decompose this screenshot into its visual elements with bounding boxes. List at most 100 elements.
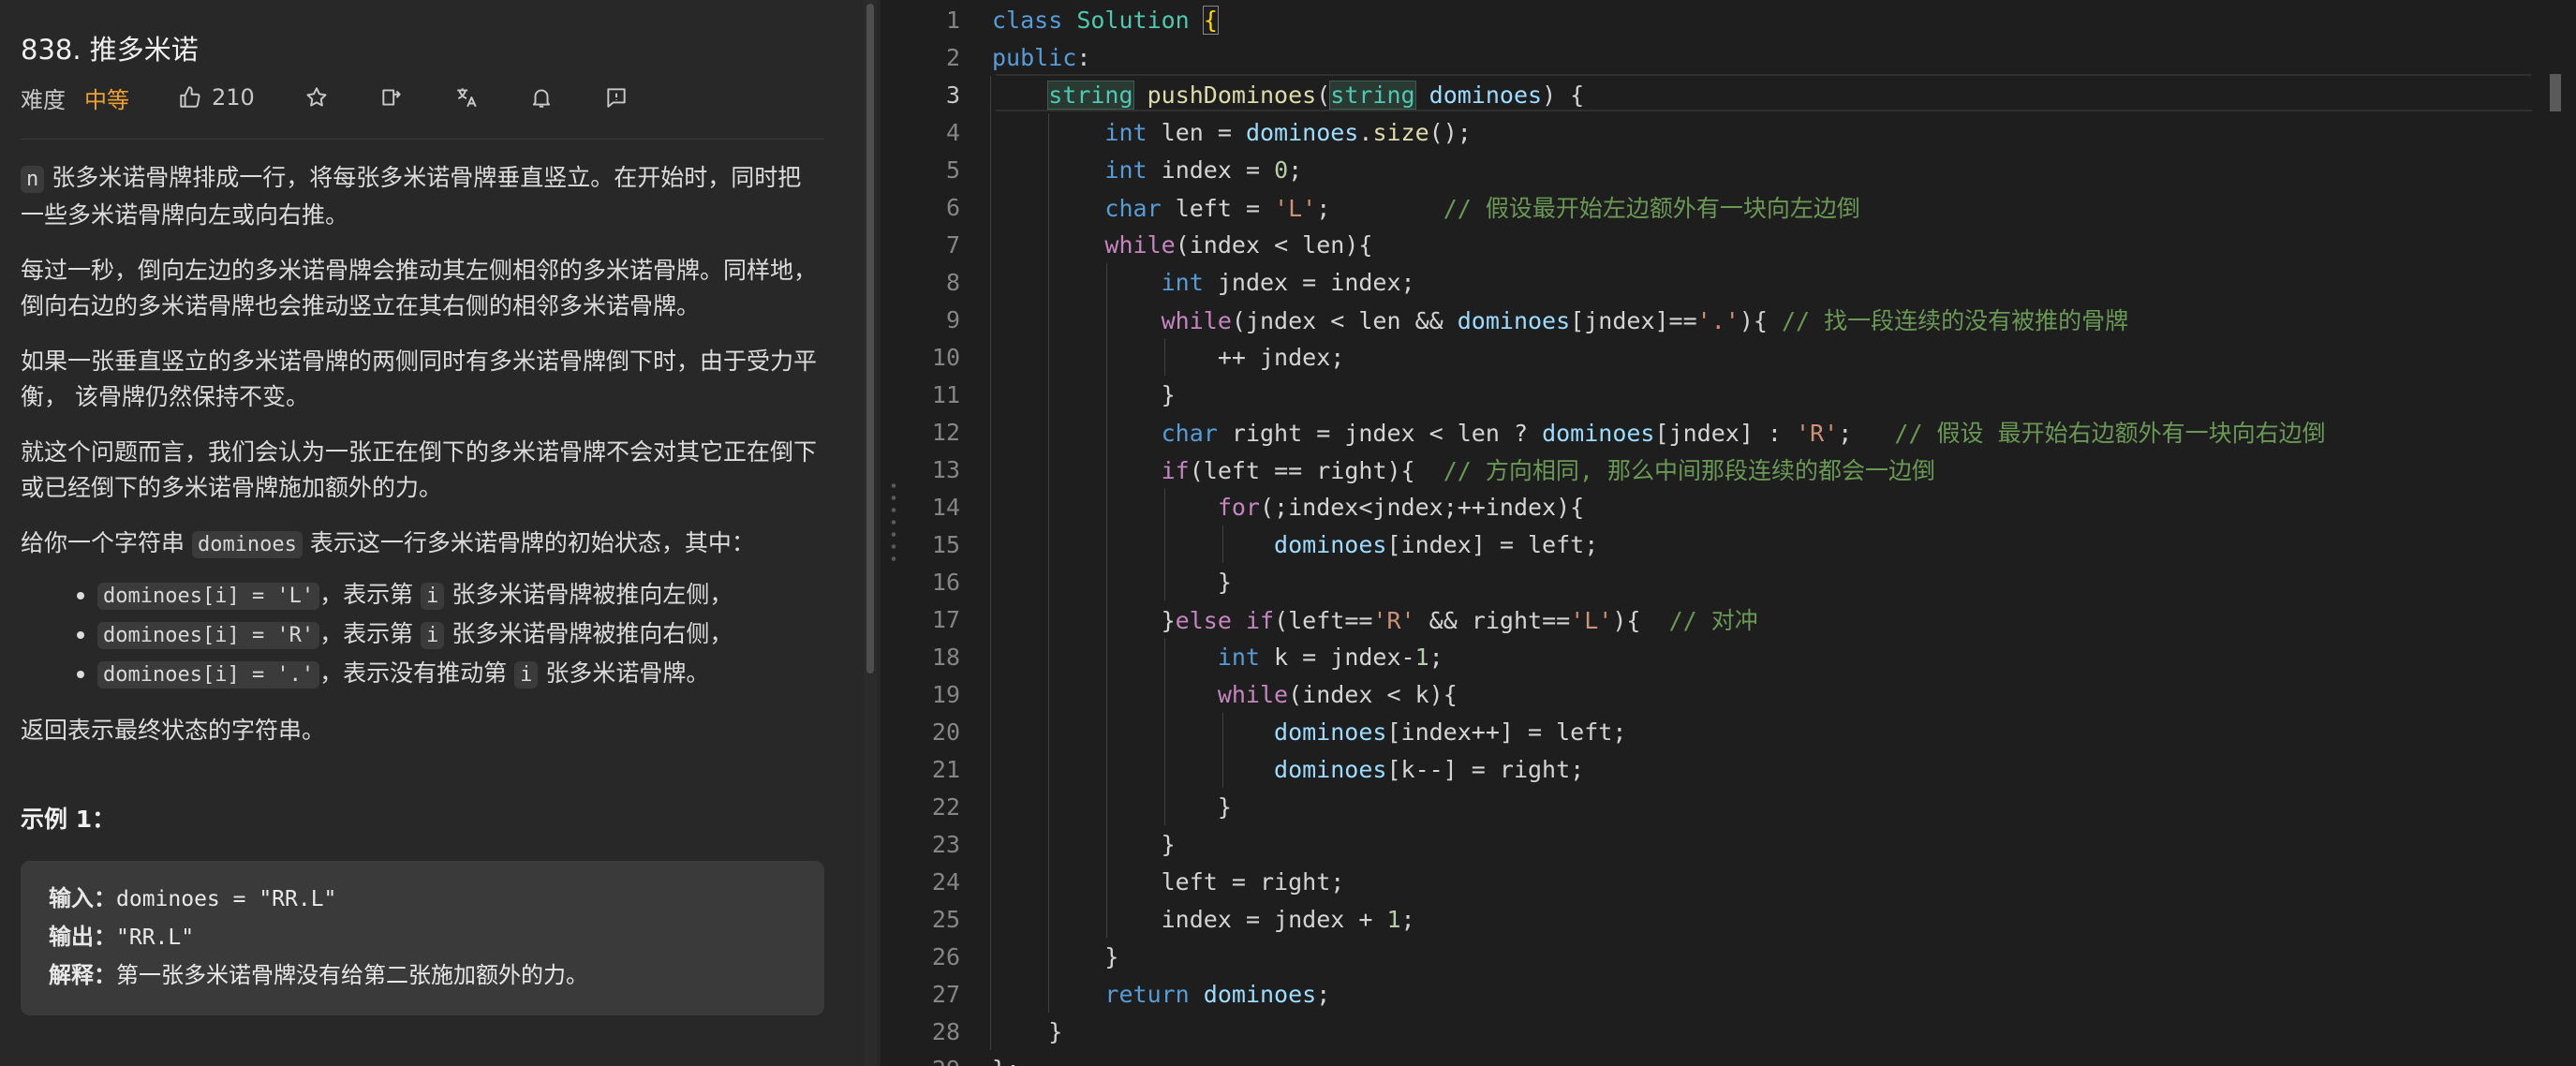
translate-icon bbox=[457, 88, 477, 108]
difficulty-badge: 中等 bbox=[84, 86, 129, 113]
code-line[interactable]: 21 dominoes[k--] = right; bbox=[907, 750, 2537, 788]
line-number: 2 bbox=[945, 43, 960, 71]
line-number: 12 bbox=[931, 418, 960, 446]
description-paragraph: 给你一个字符串 dominoes 表示这一行多米诺骨牌的初始状态，其中： bbox=[21, 526, 824, 563]
line-number: 29 bbox=[907, 1056, 960, 1066]
panel-resize-handle[interactable] bbox=[881, 0, 907, 1066]
code-line[interactable]: 1 class Solution { bbox=[907, 1, 2537, 38]
code-line[interactable]: 5 int index = 0; bbox=[907, 151, 2537, 188]
code-line[interactable]: 10 ++ jndex; bbox=[907, 338, 2537, 376]
subscribe-button[interactable] bbox=[528, 84, 555, 111]
line-number: 23 bbox=[931, 830, 960, 858]
description-paragraph: 如果一张垂直竖立的多米诺骨牌的两侧同时有多米诺骨牌倒下时，由于受力平衡， 该骨牌… bbox=[21, 348, 818, 410]
list-item: dominoes[i] = 'L'，表示第 i 张多米诺骨牌被推向左侧， bbox=[97, 576, 824, 615]
line-number: 15 bbox=[931, 530, 960, 558]
list-item-text: ，表示没有推动第 bbox=[319, 659, 515, 687]
example-input: 输入：dominoes = "RR.L" bbox=[49, 880, 796, 918]
code-line[interactable]: 19 while(index < k){ bbox=[907, 675, 2537, 713]
code-text: if(left == right){ // 方向相同, 那么中间那段连续的都会一… bbox=[1161, 457, 1935, 484]
code-line[interactable]: 11 } bbox=[907, 376, 2537, 413]
problem-content: 838. 推多米诺 难度 中等 210 n 张多米诺骨牌排成一行，将每张多米诺骨… bbox=[21, 0, 824, 1015]
code-text: return dominoes; bbox=[1104, 980, 1331, 1008]
favorite-button[interactable] bbox=[303, 84, 330, 111]
meta-divider bbox=[21, 139, 824, 140]
example-explanation-value: 第一张多米诺骨牌没有给第二张施加额外的力。 bbox=[116, 962, 588, 988]
code-line[interactable]: 2 public: bbox=[907, 38, 2537, 76]
bell-icon bbox=[532, 89, 550, 108]
code-text: } bbox=[992, 942, 1119, 970]
code-text: index = jndex + 1; bbox=[1161, 905, 1415, 933]
example-block: 输入：dominoes = "RR.L" 输出："RR.L" 解释：第一张多米诺… bbox=[21, 861, 824, 1015]
list-item: dominoes[i] = 'R'，表示第 i 张多米诺骨牌被推向右侧， bbox=[97, 615, 824, 655]
code-text: } bbox=[992, 568, 1232, 596]
code-line[interactable]: 3 string pushDominoes(string dominoes) { bbox=[907, 76, 2537, 113]
like-button[interactable]: 210 bbox=[178, 84, 255, 111]
feedback-button[interactable] bbox=[603, 84, 629, 111]
line-number: 17 bbox=[931, 605, 960, 633]
line-number: 13 bbox=[931, 455, 960, 483]
line-number: 28 bbox=[931, 1017, 960, 1045]
line-number: 6 bbox=[945, 193, 960, 221]
code-line[interactable]: 14 for(;index<jndex;++index){ bbox=[907, 488, 2537, 526]
code-text: dominoes[k--] = right; bbox=[1274, 755, 1585, 783]
code-line[interactable]: 25 index = jndex + 1; bbox=[907, 900, 2537, 938]
translate-button[interactable] bbox=[453, 84, 480, 111]
line-number: 16 bbox=[931, 568, 960, 596]
code-line[interactable]: 16 } bbox=[907, 563, 2537, 600]
code-line[interactable]: 7 while(index < len){ bbox=[907, 226, 2537, 263]
description-scrollbar-thumb[interactable] bbox=[866, 4, 874, 674]
code-line[interactable]: 22 } bbox=[907, 788, 2537, 825]
code-line[interactable]: 13 if(left == right){ // 方向相同, 那么中间那段连续的… bbox=[907, 451, 2537, 488]
share-button[interactable] bbox=[378, 84, 405, 111]
line-number: 8 bbox=[945, 268, 960, 296]
rule-list: dominoes[i] = 'L'，表示第 i 张多米诺骨牌被推向左侧， dom… bbox=[21, 576, 824, 694]
editor-scrollbar[interactable] bbox=[2550, 0, 2563, 1066]
code-line[interactable]: 9 while(jndex < len && dominoes[jndex]==… bbox=[907, 301, 2537, 338]
code-line[interactable]: 20 dominoes[index++] = left; bbox=[907, 713, 2537, 750]
code-text: }; bbox=[992, 1056, 1020, 1066]
description-paragraph: 每过一秒，倒向左边的多米诺骨牌会推动其左侧相邻的多米诺骨牌。同样地，倒向右边的多… bbox=[21, 257, 818, 319]
inline-code: dominoes[i] = '.' bbox=[97, 661, 320, 688]
code-text: } bbox=[992, 792, 1232, 821]
code-text: } bbox=[992, 830, 1176, 858]
code-line[interactable]: 4 int len = dominoes.size(); bbox=[907, 113, 2537, 151]
description-paragraph: 就这个问题而言，我们会认为一张正在倒下的多米诺骨牌不会对其它正在倒下或已经倒下的… bbox=[21, 438, 818, 501]
line-number: 24 bbox=[931, 867, 960, 896]
description-scrollbar[interactable] bbox=[864, 0, 877, 1066]
code-line[interactable]: 18 int k = jndex-1; bbox=[907, 638, 2537, 675]
feedback-icon bbox=[607, 88, 626, 108]
code-text: int k = jndex-1; bbox=[1217, 643, 1443, 671]
code-line[interactable]: 27 return dominoes; bbox=[907, 975, 2537, 1013]
code-line[interactable]: 12 char right = jndex < len ? dominoes[j… bbox=[907, 413, 2537, 451]
code-editor[interactable]: 1 class Solution {2 public: 3 string pushDo… bbox=[907, 0, 2576, 1066]
star-icon bbox=[306, 87, 327, 107]
code-text: }else if(left=='R' && right=='L'){ // 对冲 bbox=[992, 607, 1758, 634]
example-explanation: 解释：第一张多米诺骨牌没有给第二张施加额外的力。 bbox=[49, 956, 796, 994]
code-line[interactable]: 29}; bbox=[907, 1050, 2537, 1066]
list-item-text: 张多米诺骨牌被推向右侧， bbox=[444, 620, 733, 647]
drag-handle-icon bbox=[891, 480, 896, 566]
code-text: } bbox=[992, 380, 1176, 408]
example-output-value: "RR.L" bbox=[116, 925, 195, 950]
code-line[interactable]: 26 } bbox=[907, 938, 2537, 975]
line-number: 1 bbox=[945, 6, 960, 34]
paragraph-text: 表示这一行多米诺骨牌的初始状态，其中： bbox=[302, 529, 755, 556]
code-line[interactable]: 6 char left = 'L'; // 假设最开始左边额外有一块向左边倒 bbox=[907, 188, 2537, 226]
code-line[interactable]: 23 } bbox=[907, 825, 2537, 863]
inline-code: dominoes[i] = 'R' bbox=[97, 622, 320, 649]
line-number: 19 bbox=[931, 680, 960, 708]
line-number: 27 bbox=[931, 980, 960, 1008]
editor-scrollbar-thumb[interactable] bbox=[2550, 74, 2561, 111]
code-text: string pushDominoes(string dominoes) { bbox=[1047, 80, 1585, 110]
code-line[interactable]: 8 int jndex = index; bbox=[907, 263, 2537, 301]
line-number: 20 bbox=[931, 718, 960, 746]
code-line[interactable]: 17 }else if(left=='R' && right=='L'){ //… bbox=[907, 600, 2537, 638]
list-item-text: 张多米诺骨牌。 bbox=[538, 659, 710, 687]
line-number: 14 bbox=[931, 493, 960, 521]
like-count: 210 bbox=[212, 84, 255, 111]
code-line[interactable]: 15 dominoes[index] = left; bbox=[907, 526, 2537, 563]
code-line[interactable]: 28 } bbox=[907, 1013, 2537, 1050]
code-line[interactable]: 24 left = right; bbox=[907, 863, 2537, 900]
code-text: } bbox=[992, 1017, 1063, 1045]
inline-code: n bbox=[21, 166, 45, 193]
